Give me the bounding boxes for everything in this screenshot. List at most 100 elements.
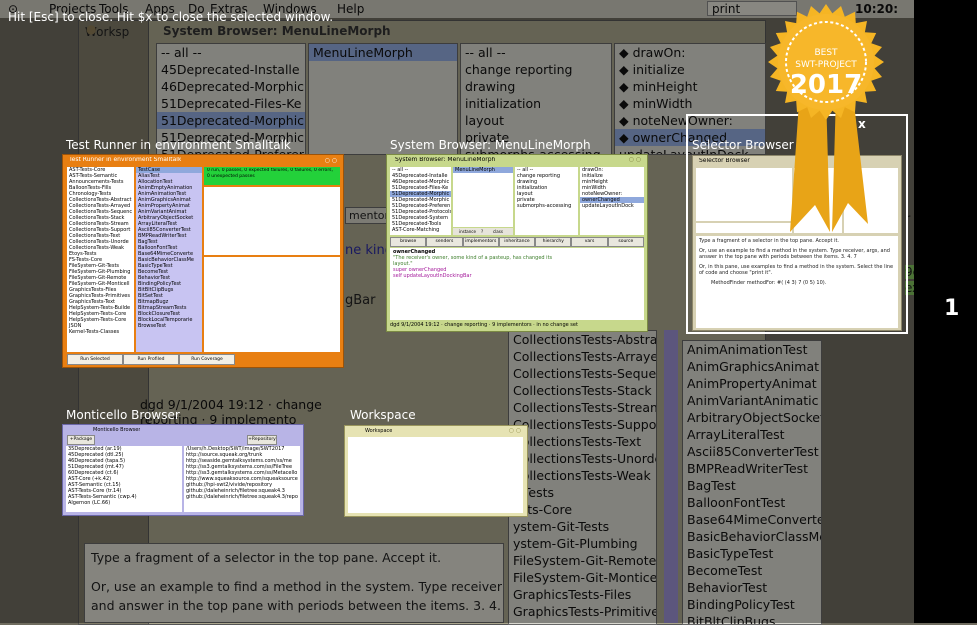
instance-class-switch[interactable]: instance ? class bbox=[453, 228, 513, 235]
bg-test-class-list[interactable]: AnimAnimationTest AnimGraphicsAnimat Ani… bbox=[682, 340, 822, 625]
list-item[interactable]: Kernel-Tests-Classes bbox=[67, 329, 134, 335]
add-package-button[interactable]: +Package bbox=[67, 435, 95, 445]
list-item[interactable]: AST-Core-Matching bbox=[390, 227, 451, 233]
list-item[interactable]: FileSystem-Git-Monticelle bbox=[509, 569, 656, 586]
window-buttons-icon[interactable]: ○ ○ bbox=[629, 156, 641, 163]
list-item[interactable]: CollectionsTests-Abstrac bbox=[509, 331, 656, 348]
test-categories-list[interactable]: AST-Tests-Core AST-Tests-Semantic Announce… bbox=[67, 167, 134, 352]
workspace-text-pane[interactable] bbox=[348, 437, 523, 513]
browser-action-button[interactable]: implementors bbox=[462, 237, 499, 247]
list-item[interactable]: MenuLineMorph bbox=[453, 167, 513, 173]
list-item[interactable]: updateLayoutInDock bbox=[580, 203, 644, 209]
list-item[interactable]: CollectionsTests-Stack bbox=[509, 382, 656, 399]
list-item[interactable]: BehaviorTest bbox=[683, 579, 821, 596]
list-item[interactable]: ystem-Git-Tests bbox=[509, 518, 656, 535]
browser-action-button[interactable]: inheritance bbox=[498, 237, 536, 247]
browser-action-button[interactable]: senders bbox=[426, 237, 463, 247]
thumbnail-system-browser[interactable]: System Browser: MenuLineMorph ○ ○ -- all… bbox=[386, 154, 648, 332]
list-item[interactable]: AnimPropertyAnimat bbox=[683, 375, 821, 392]
list-item[interactable]: ystem-Git-Plumbing bbox=[509, 535, 656, 552]
list-item[interactable]: submorphs-accessing bbox=[515, 203, 578, 209]
list-item[interactable]: s-Tests bbox=[509, 484, 656, 501]
run-selected-button[interactable]: Run Selected bbox=[67, 354, 123, 365]
list-item[interactable]: drawing bbox=[461, 78, 611, 95]
browser-action-button[interactable]: source bbox=[607, 237, 644, 247]
list-item[interactable]: 51Deprecated-Files-Ke bbox=[157, 95, 305, 112]
browser-method-list[interactable]: drawOn: initialize minHeight minWidth noteNe… bbox=[580, 167, 644, 235]
window-buttons-icon[interactable]: ○ ○ bbox=[325, 157, 337, 164]
list-item[interactable]: ests-Core bbox=[509, 501, 656, 518]
list-item[interactable]: Ascii85ConverterTest bbox=[683, 443, 821, 460]
list-item[interactable]: Base64MimeConverte bbox=[683, 511, 821, 528]
browser-status-line: dgd 9/1/2004 19:12 · change reporting · … bbox=[390, 322, 578, 328]
list-item[interactable]: BrowseTest bbox=[136, 323, 202, 329]
list-item[interactable]: AnimGraphicsAnimat bbox=[683, 358, 821, 375]
list-item[interactable]: CollectionsTests-Unorde bbox=[509, 450, 656, 467]
list-item[interactable]: BasicTypeTest bbox=[683, 545, 821, 562]
list-item[interactable]: MenuLineMorph bbox=[309, 44, 457, 61]
list-item[interactable]: BagTest bbox=[683, 477, 821, 494]
browser-protocol-list[interactable]: -- all -- change reporting drawing initiali… bbox=[515, 167, 578, 235]
browser-package-list[interactable]: -- all -- 45Deprecated-Installe 46Deprecat… bbox=[390, 167, 451, 235]
list-item[interactable]: CollectionsTests-Text bbox=[509, 433, 656, 450]
list-item[interactable]: CollectionsTests-Sequen bbox=[509, 365, 656, 382]
browser-class-list[interactable]: MenuLineMorph bbox=[453, 167, 513, 227]
run-profiled-button[interactable]: Run Profiled bbox=[123, 354, 179, 365]
thumbnail-workspace[interactable]: Workspace ○ ○ bbox=[344, 425, 528, 517]
browser-action-button[interactable]: vars bbox=[571, 237, 608, 247]
list-item[interactable]: ◆ drawOn: bbox=[615, 44, 765, 61]
browser-action-button[interactable]: browse bbox=[390, 237, 427, 247]
list-item[interactable]: ◆ initialize bbox=[615, 61, 765, 78]
menu-help[interactable]: Help bbox=[337, 2, 364, 16]
window-buttons-icon[interactable]: ○ ○ bbox=[509, 427, 521, 434]
test-classes-list[interactable]: TestCase AliasTest AllocationTest AnimEmpty… bbox=[136, 167, 202, 352]
run-coverage-button[interactable]: Run Coverage bbox=[179, 354, 235, 365]
selector-help-pane[interactable]: Type a fragment of a selector in the top… bbox=[696, 236, 898, 328]
list-item[interactable]: ◆ minWidth bbox=[615, 95, 765, 112]
award-rosette-icon bbox=[768, 4, 884, 232]
list-item[interactable]: 45Deprecated-Installe bbox=[157, 61, 305, 78]
list-item[interactable]: -- all -- bbox=[461, 44, 611, 61]
list-item[interactable]: -- all -- bbox=[157, 44, 305, 61]
bg-test-category-list[interactable]: CollectionsTests-Abstrac CollectionsTest… bbox=[508, 330, 657, 625]
list-item[interactable]: FileSystem-Git-Remote-T bbox=[509, 552, 656, 569]
list-item[interactable]: CollectionsTests-Stream: bbox=[509, 399, 656, 416]
list-item[interactable]: BasicBehaviorClassMe bbox=[683, 528, 821, 545]
monticello-package-list[interactable]: 35Deprecated (ar.19) 45Deprecated (dtl.25… bbox=[66, 446, 182, 512]
browser-code-pane[interactable]: ownerChanged "The receiver's owner, some… bbox=[390, 248, 644, 320]
list-item[interactable]: AnimVariantAnimatic bbox=[683, 392, 821, 409]
bg-workspace-text[interactable]: Type a fragment of a selector in the top… bbox=[84, 543, 504, 623]
list-item[interactable]: layout bbox=[461, 112, 611, 129]
list-item[interactable]: GraphicsTests-Files bbox=[509, 586, 656, 603]
list-item[interactable]: AnimAnimationTest bbox=[683, 341, 821, 358]
list-item[interactable]: BindingPolicyTest bbox=[683, 596, 821, 613]
list-item[interactable]: Algernon (LC.66) bbox=[66, 500, 182, 506]
bg-browser-title: System Browser: MenuLineMorph bbox=[163, 24, 391, 38]
list-item[interactable]: GraphicsTests-Primitives bbox=[509, 603, 656, 620]
list-item[interactable]: ◆ minHeight bbox=[615, 78, 765, 95]
list-item[interactable]: CollectionsTests-Weak bbox=[509, 467, 656, 484]
browser-action-button[interactable]: hierarchy bbox=[535, 237, 572, 247]
list-item[interactable]: CollectionsTests-Suppor bbox=[509, 416, 656, 433]
errors-pane[interactable] bbox=[204, 257, 340, 352]
list-item[interactable]: 46Deprecated-Morphic bbox=[157, 78, 305, 95]
monticello-repository-list[interactable]: /Users/h.Desktop/SWT/image/SWT2017 http:/… bbox=[184, 446, 300, 512]
list-item[interactable]: github://daleheinrich/filetree:squeak4.3… bbox=[184, 494, 300, 500]
list-item[interactable]: CollectionsTests-Arrayed bbox=[509, 348, 656, 365]
list-item[interactable]: initialization bbox=[461, 95, 611, 112]
list-item[interactable]: 51Deprecated-Morphic bbox=[157, 112, 305, 129]
scrollbar[interactable] bbox=[664, 330, 678, 623]
thumbnail-monticello[interactable]: Monticello Browser +Package +Repository … bbox=[62, 424, 304, 516]
list-item[interactable]: change reporting bbox=[461, 61, 611, 78]
failures-pane[interactable] bbox=[204, 187, 340, 255]
window-close-icon[interactable]: ● bbox=[86, 22, 96, 36]
list-item[interactable]: BecomeTest bbox=[683, 562, 821, 579]
thumbnail-test-runner[interactable]: Test Runner in environment Smalltalk ○ ○… bbox=[62, 154, 344, 368]
add-repository-button[interactable]: +Repository bbox=[247, 435, 277, 445]
list-item[interactable]: BMPReadWriterTest bbox=[683, 460, 821, 477]
list-item[interactable]: ArbitraryObjectSocket bbox=[683, 409, 821, 426]
monticello-title: Monticello Browser bbox=[93, 427, 141, 433]
list-item[interactable]: BalloonFontTest bbox=[683, 494, 821, 511]
list-item[interactable]: BitBltClipBugs bbox=[683, 613, 821, 624]
list-item[interactable]: ArrayLiteralTest bbox=[683, 426, 821, 443]
